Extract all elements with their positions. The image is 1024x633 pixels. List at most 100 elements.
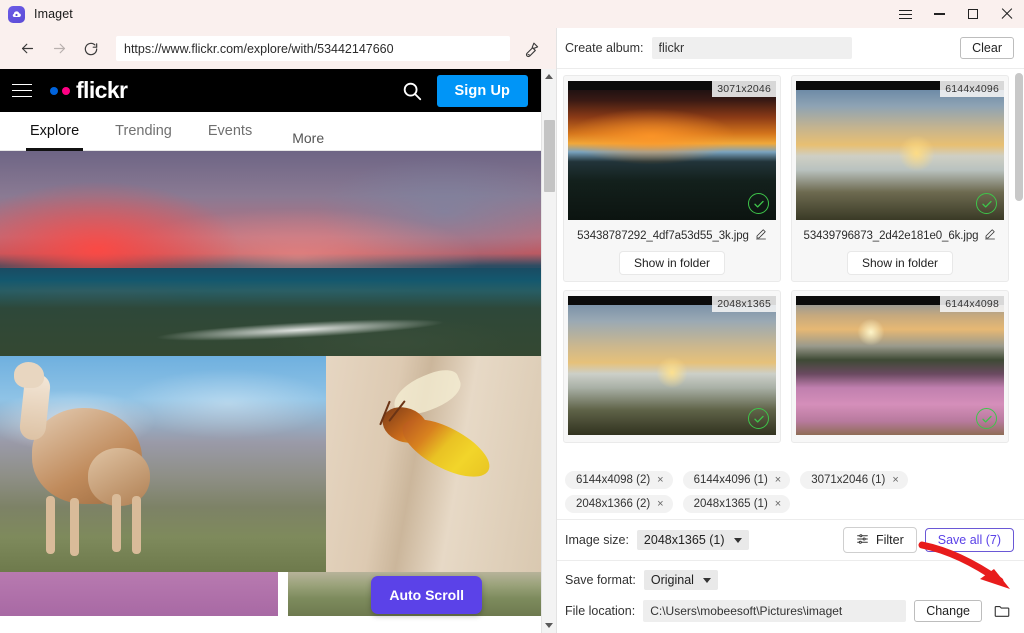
- image-card[interactable]: 6144x4098: [791, 290, 1009, 443]
- title-bar: Imaget: [0, 0, 1024, 28]
- flickr-webpage: flickr Sign Up Explore Trending: [0, 69, 556, 633]
- filter-chip[interactable]: 6144x4096 (1) ×: [683, 471, 791, 489]
- back-arrow-icon[interactable]: [12, 34, 42, 64]
- scrollbar-thumb[interactable]: [544, 120, 555, 192]
- dimensions-badge: 3071x2046: [712, 81, 776, 97]
- photo-detail: [46, 496, 55, 554]
- search-icon[interactable]: [397, 76, 427, 106]
- browser-scrollbar[interactable]: [541, 69, 556, 633]
- chip-label: 3071x2046 (1): [811, 474, 885, 486]
- chip-remove-icon[interactable]: ×: [657, 474, 663, 486]
- folder-open-icon[interactable]: [990, 599, 1014, 623]
- sliders-filter-icon: [856, 532, 869, 548]
- show-in-folder-button[interactable]: Show in folder: [848, 252, 952, 274]
- chip-remove-icon[interactable]: ×: [892, 474, 898, 486]
- check-circle-icon[interactable]: [976, 193, 997, 214]
- image-thumbnail[interactable]: 3071x2046: [568, 81, 776, 220]
- check-circle-icon[interactable]: [976, 408, 997, 429]
- reload-icon[interactable]: [76, 34, 106, 64]
- photo-hornet[interactable]: [326, 356, 542, 572]
- imaget-panel: Create album: Clear 3071x2046: [557, 28, 1024, 633]
- pencil-edit-icon[interactable]: [755, 227, 767, 245]
- dimensions-badge: 6144x4096: [940, 81, 1004, 97]
- scroll-up-arrow-icon[interactable]: [542, 69, 557, 84]
- browser-navigation-bar: https://www.flickr.com/explore/with/5344…: [0, 28, 556, 69]
- filename-row: 53439796873_2d42e181e0_6k.jpg: [804, 227, 997, 245]
- flickr-hamburger-icon[interactable]: [12, 84, 32, 98]
- tab-events[interactable]: Events: [190, 112, 270, 151]
- photo-detail: [0, 268, 542, 356]
- close-icon[interactable]: [990, 0, 1024, 28]
- chip-remove-icon[interactable]: ×: [775, 474, 781, 486]
- image-size-select[interactable]: 2048x1365 (1): [637, 530, 749, 550]
- show-in-folder-button[interactable]: Show in folder: [620, 252, 724, 274]
- image-card[interactable]: 2048x1365: [563, 290, 781, 443]
- tab-explore[interactable]: Explore: [12, 112, 97, 151]
- filter-chip[interactable]: 6144x4098 (2) ×: [565, 471, 673, 489]
- image-card[interactable]: 6144x4096 53439796873_2d42e181e0_6k.jpg: [791, 75, 1009, 282]
- image-size-label: Image size:: [565, 533, 629, 547]
- window-controls: [888, 0, 1024, 28]
- save-format-row: Save format: Original: [565, 570, 1014, 590]
- image-thumbnail[interactable]: 6144x4098: [796, 296, 1004, 435]
- save-format-select[interactable]: Original: [644, 570, 718, 590]
- clear-button[interactable]: Clear: [960, 37, 1014, 59]
- chip-remove-icon[interactable]: ×: [775, 498, 781, 510]
- scrollbar-thumb[interactable]: [1015, 73, 1023, 201]
- file-location-input[interactable]: [643, 600, 906, 622]
- change-location-button[interactable]: Change: [914, 600, 982, 622]
- minimize-icon[interactable]: [922, 0, 956, 28]
- results-region: 3071x2046 53438787292_4df7a53d55_3k.jpg: [557, 69, 1024, 465]
- image-thumbnail[interactable]: 6144x4096: [796, 81, 1004, 220]
- filename-label: 53439796873_2d42e181e0_6k.jpg: [804, 230, 979, 242]
- album-name-input[interactable]: [652, 37, 852, 59]
- photo-coastal-sunset[interactable]: [0, 151, 542, 356]
- filter-chip[interactable]: 3071x2046 (1) ×: [800, 471, 908, 489]
- hamburger-menu-icon[interactable]: [888, 0, 922, 28]
- filter-chip[interactable]: 2048x1365 (1) ×: [683, 495, 791, 513]
- imaget-app-window: Imaget: [0, 0, 1024, 633]
- filter-chip[interactable]: 2048x1366 (2) ×: [565, 495, 673, 513]
- thumbnail-image: [796, 296, 1004, 435]
- main-split: https://www.flickr.com/explore/with/5344…: [0, 28, 1024, 633]
- check-circle-icon[interactable]: [748, 193, 769, 214]
- scroll-down-arrow-icon[interactable]: [542, 618, 557, 633]
- maximize-icon[interactable]: [956, 0, 990, 28]
- image-size-value: 2048x1365 (1): [644, 533, 725, 547]
- image-thumbnail[interactable]: 2048x1365: [568, 296, 776, 435]
- results-scrollbar[interactable]: [1014, 69, 1024, 465]
- save-all-button[interactable]: Save all (7): [925, 528, 1014, 552]
- file-location-row: File location: Change: [565, 599, 1014, 623]
- photo-purple[interactable]: [0, 572, 278, 616]
- photo-detail: [70, 498, 79, 556]
- photo-detail: [132, 496, 141, 554]
- image-size-row: Image size: 2048x1365 (1) Filter Save: [557, 519, 1024, 560]
- tab-more[interactable]: More: [270, 130, 342, 150]
- filter-label: Filter: [876, 533, 904, 547]
- imaget-cloud-logo-icon: [8, 6, 25, 23]
- photo-guanaco[interactable]: [0, 356, 326, 572]
- image-card[interactable]: 3071x2046 53438787292_4df7a53d55_3k.jpg: [563, 75, 781, 282]
- thumbnail-image: [568, 296, 776, 435]
- auto-scroll-button[interactable]: Auto Scroll: [371, 576, 482, 614]
- photo-detail: [14, 362, 44, 388]
- scrollbar-track[interactable]: [542, 84, 557, 618]
- forward-arrow-icon[interactable]: [44, 34, 74, 64]
- create-album-label: Create album:: [565, 41, 644, 55]
- check-circle-icon[interactable]: [748, 408, 769, 429]
- chip-remove-icon[interactable]: ×: [657, 498, 663, 510]
- pencil-edit-icon[interactable]: [984, 227, 996, 245]
- flickr-logo[interactable]: flickr: [50, 77, 127, 104]
- image-card-grid: 3071x2046 53438787292_4df7a53d55_3k.jpg: [563, 75, 1014, 443]
- signup-button[interactable]: Sign Up: [437, 75, 528, 107]
- tab-trending[interactable]: Trending: [97, 112, 190, 151]
- chevron-down-icon: [734, 538, 742, 543]
- filename-label: 53438787292_4df7a53d55_3k.jpg: [577, 230, 749, 242]
- photo-row: [0, 356, 542, 572]
- url-input[interactable]: https://www.flickr.com/explore/with/5344…: [116, 36, 510, 61]
- thumbnail-image: [796, 81, 1004, 220]
- filter-button[interactable]: Filter: [843, 527, 917, 553]
- results-scroll-area[interactable]: 3071x2046 53438787292_4df7a53d55_3k.jpg: [557, 69, 1014, 465]
- thumbnail-image: [568, 81, 776, 220]
- broom-clean-icon[interactable]: [518, 35, 546, 63]
